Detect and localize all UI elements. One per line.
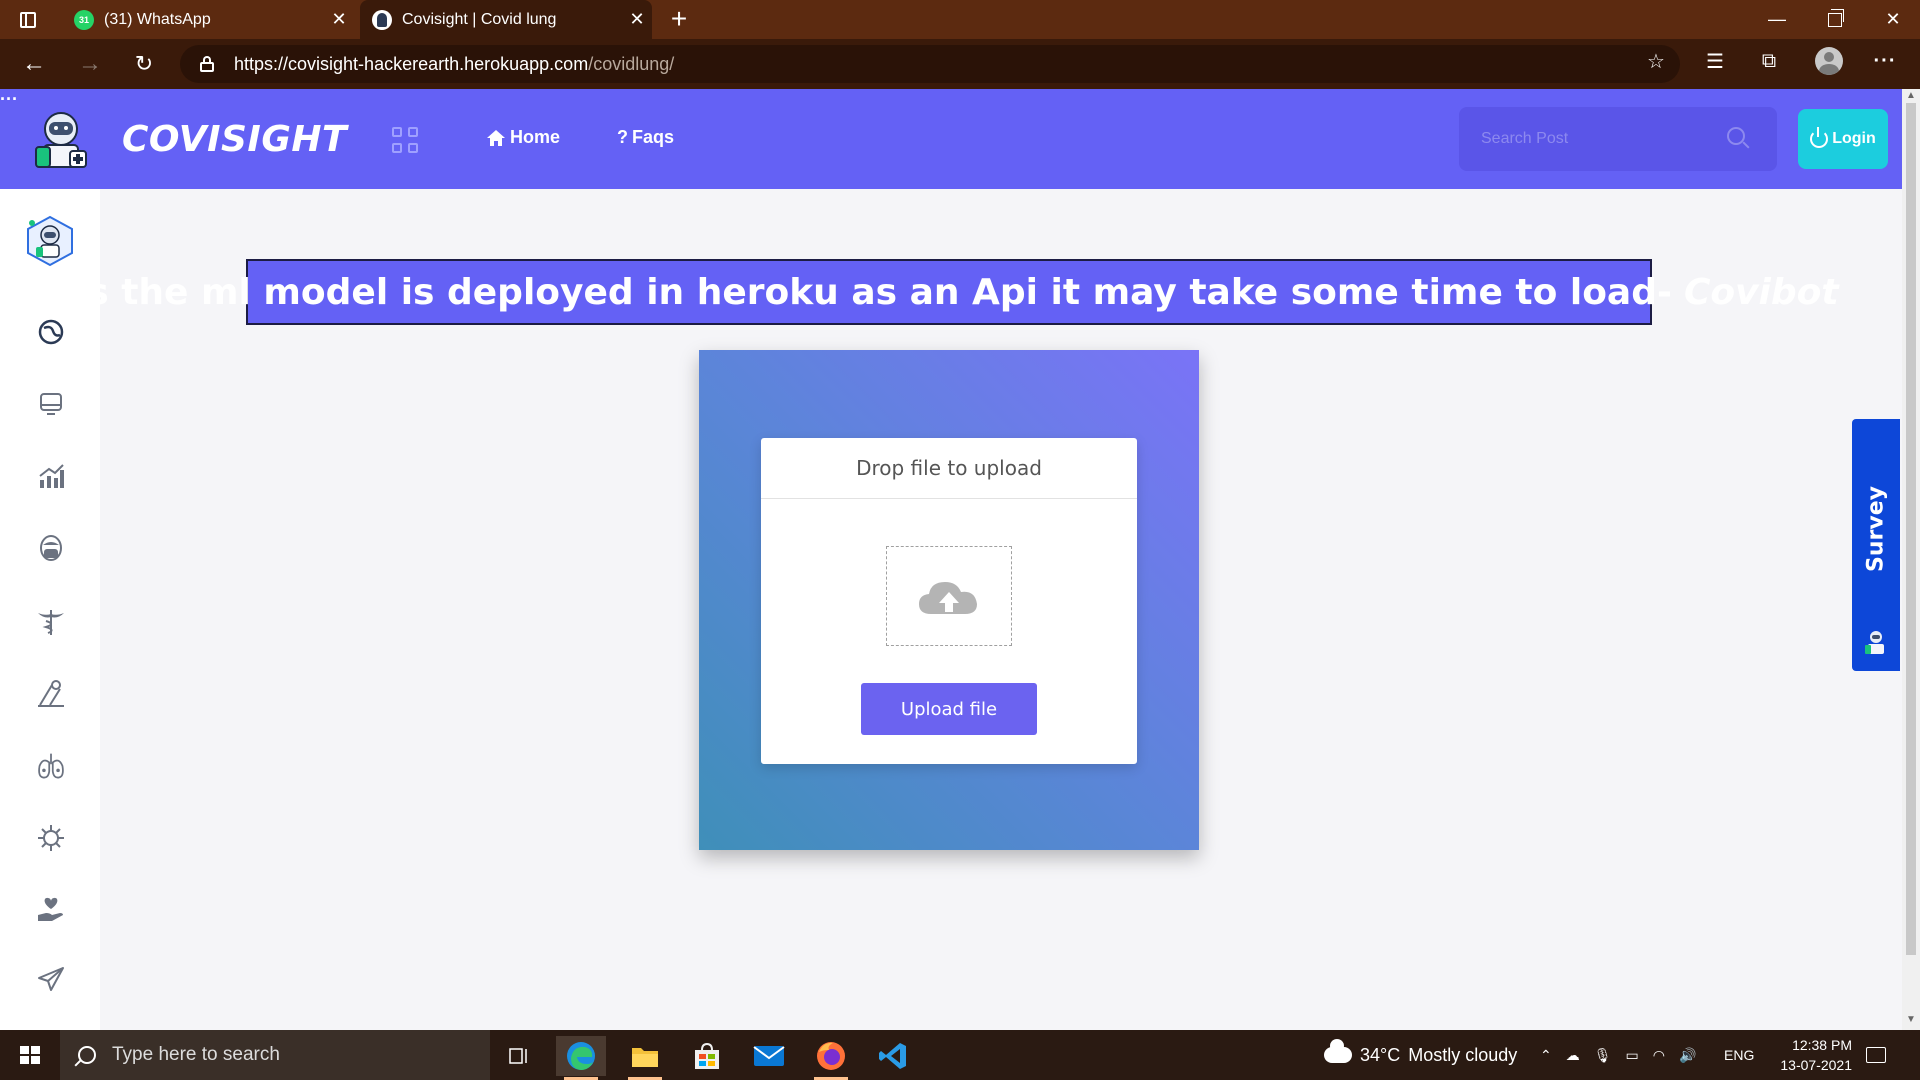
search-box <box>1459 107 1777 171</box>
wifi-icon[interactable]: ◠ <box>1653 1047 1665 1064</box>
clock[interactable]: 12:38 PM 13-07-2021 <box>1768 1030 1852 1080</box>
search-input[interactable] <box>1459 107 1719 171</box>
taskbar-search[interactable]: Type here to search <box>60 1030 490 1080</box>
forward-button[interactable]: → <box>74 48 106 80</box>
weather-widget[interactable]: 34°C Mostly cloudy <box>1324 1030 1517 1080</box>
login-button[interactable]: Login <box>1798 109 1888 169</box>
monitor-icon[interactable] <box>36 389 66 419</box>
lock-icon <box>200 56 214 72</box>
browser-toolbar: ← → ↻ https://covisight-hackerearth.hero… <box>0 39 1920 89</box>
browser-tab-strip: 31 (31) WhatsApp ✕ Covisight | Covid lun… <box>0 0 1920 39</box>
chart-icon[interactable] <box>36 461 66 491</box>
close-tab-icon[interactable]: ✕ <box>324 9 354 30</box>
tab-title: (31) WhatsApp <box>104 10 211 28</box>
scroll-thumb[interactable] <box>1906 103 1916 955</box>
sidebar-logo-icon[interactable] <box>24 215 76 267</box>
url-text: https://covisight-hackerearth.herokuapp.… <box>234 54 675 74</box>
firefox-icon[interactable] <box>806 1036 856 1080</box>
site-header: COVISIGHT Home ? Faqs ··· Login <box>0 89 1902 189</box>
upload-card: Drop file to upload Upload file <box>761 438 1137 764</box>
covisight-favicon <box>372 9 392 30</box>
close-tab-icon[interactable]: ✕ <box>622 9 652 30</box>
nav-faqs-label: Faqs <box>632 127 675 147</box>
virus-icon[interactable] <box>36 823 66 853</box>
home-icon <box>487 129 505 146</box>
send-icon[interactable] <box>36 964 66 994</box>
battery-icon[interactable]: ▭ <box>1626 1047 1639 1064</box>
survey-tab[interactable]: Survey <box>1852 419 1900 671</box>
address-bar[interactable]: https://covisight-hackerearth.herokuapp.… <box>180 45 1680 83</box>
onedrive-icon[interactable]: ☁ <box>1566 1047 1580 1064</box>
mail-icon[interactable] <box>744 1036 794 1076</box>
whatsapp-icon: 31 <box>74 9 94 30</box>
power-icon <box>1810 127 1829 148</box>
scroll-down-icon[interactable]: ▼ <box>1906 1015 1916 1025</box>
page-scrollbar[interactable]: ▲ ▼ <box>1902 89 1920 1030</box>
add-favorite-icon[interactable]: ☆ <box>1640 45 1672 77</box>
notifications-icon[interactable] <box>1866 1030 1886 1080</box>
apps-grid-icon[interactable] <box>392 127 418 153</box>
notice-text: As the ml model is deployed in heroku as… <box>59 271 1672 313</box>
new-tab-button[interactable]: + <box>664 4 694 34</box>
upload-file-button[interactable]: Upload file <box>861 683 1037 735</box>
store-icon[interactable] <box>682 1036 732 1076</box>
scroll-up-icon[interactable]: ▲ <box>1906 91 1916 101</box>
start-button[interactable] <box>8 1036 52 1074</box>
caduceus-icon[interactable] <box>36 607 66 637</box>
survey-label: Survey <box>1863 486 1889 572</box>
survey-mascot-icon <box>1865 631 1884 654</box>
tab-title: Covisight | Covid lung <box>402 10 557 28</box>
task-view-icon[interactable] <box>494 1036 544 1076</box>
file-explorer-icon[interactable] <box>620 1036 670 1080</box>
browser-menu-icon[interactable]: ··· <box>1869 45 1901 77</box>
tab-covisight[interactable]: Covisight | Covid lung ✕ <box>360 0 652 39</box>
tab-whatsapp[interactable]: 31 (31) WhatsApp ✕ <box>62 0 354 39</box>
cloud-upload-icon <box>919 582 977 614</box>
nav-home[interactable]: Home <box>486 127 560 148</box>
file-drop-zone[interactable] <box>886 546 1012 646</box>
covisight-logo-icon[interactable] <box>32 109 90 169</box>
login-label: Login <box>1832 130 1876 147</box>
weather-temp: 34°C <box>1360 1044 1401 1065</box>
left-sidebar <box>0 189 100 1030</box>
minimize-button[interactable]: — <box>1748 0 1806 39</box>
taskbar-search-placeholder: Type here to search <box>112 1044 280 1065</box>
nav-faqs[interactable]: ? Faqs <box>617 127 674 148</box>
brand-name[interactable]: COVISIGHT <box>122 119 347 160</box>
back-button[interactable]: ← <box>18 48 50 80</box>
reload-button[interactable]: ↻ <box>128 48 160 80</box>
nav-home-label: Home <box>510 127 561 147</box>
language-indicator[interactable]: ENG <box>1724 1030 1754 1080</box>
search-icon <box>78 1046 96 1064</box>
lab-icon[interactable] <box>36 679 66 709</box>
question-icon: ? <box>617 127 628 147</box>
profile-avatar[interactable] <box>1813 45 1845 77</box>
system-tray: ⌃ ☁ 🎙 ▭ ◠ 🔊 <box>1540 1030 1696 1080</box>
cloud-icon <box>1324 1039 1352 1063</box>
notice-author: Covibot <box>1683 271 1839 313</box>
search-icon[interactable] <box>1727 127 1751 151</box>
favorites-icon[interactable]: ☰ <box>1699 45 1731 77</box>
tab-actions-icon[interactable] <box>16 8 40 32</box>
upload-title: Drop file to upload <box>761 438 1137 499</box>
microphone-icon[interactable]: 🎙 <box>1594 1047 1612 1064</box>
edge-icon[interactable] <box>556 1036 606 1080</box>
close-window-button[interactable]: ✕ <box>1864 0 1920 39</box>
loading-notice-banner: As the ml model is deployed in heroku as… <box>59 259 1839 325</box>
clock-date: 13-07-2021 <box>1780 1057 1852 1073</box>
globe-icon[interactable] <box>36 317 66 347</box>
restore-button[interactable] <box>1806 0 1864 39</box>
clock-time: 12:38 PM <box>1792 1037 1852 1053</box>
chevron-up-icon[interactable]: ⌃ <box>1540 1047 1552 1064</box>
vscode-icon[interactable] <box>868 1036 918 1076</box>
mask-face-icon[interactable] <box>36 534 66 564</box>
collections-icon[interactable]: ⧉ <box>1753 45 1785 77</box>
weather-desc: Mostly cloudy <box>1408 1044 1518 1065</box>
care-hand-icon[interactable] <box>36 894 66 924</box>
lungs-icon[interactable] <box>36 751 66 781</box>
windows-taskbar: Type here to search 34°C Mostly cloudy ⌃… <box>0 1030 1920 1080</box>
volume-icon[interactable]: 🔊 <box>1679 1047 1696 1064</box>
upload-panel: Drop file to upload Upload file <box>699 350 1199 850</box>
